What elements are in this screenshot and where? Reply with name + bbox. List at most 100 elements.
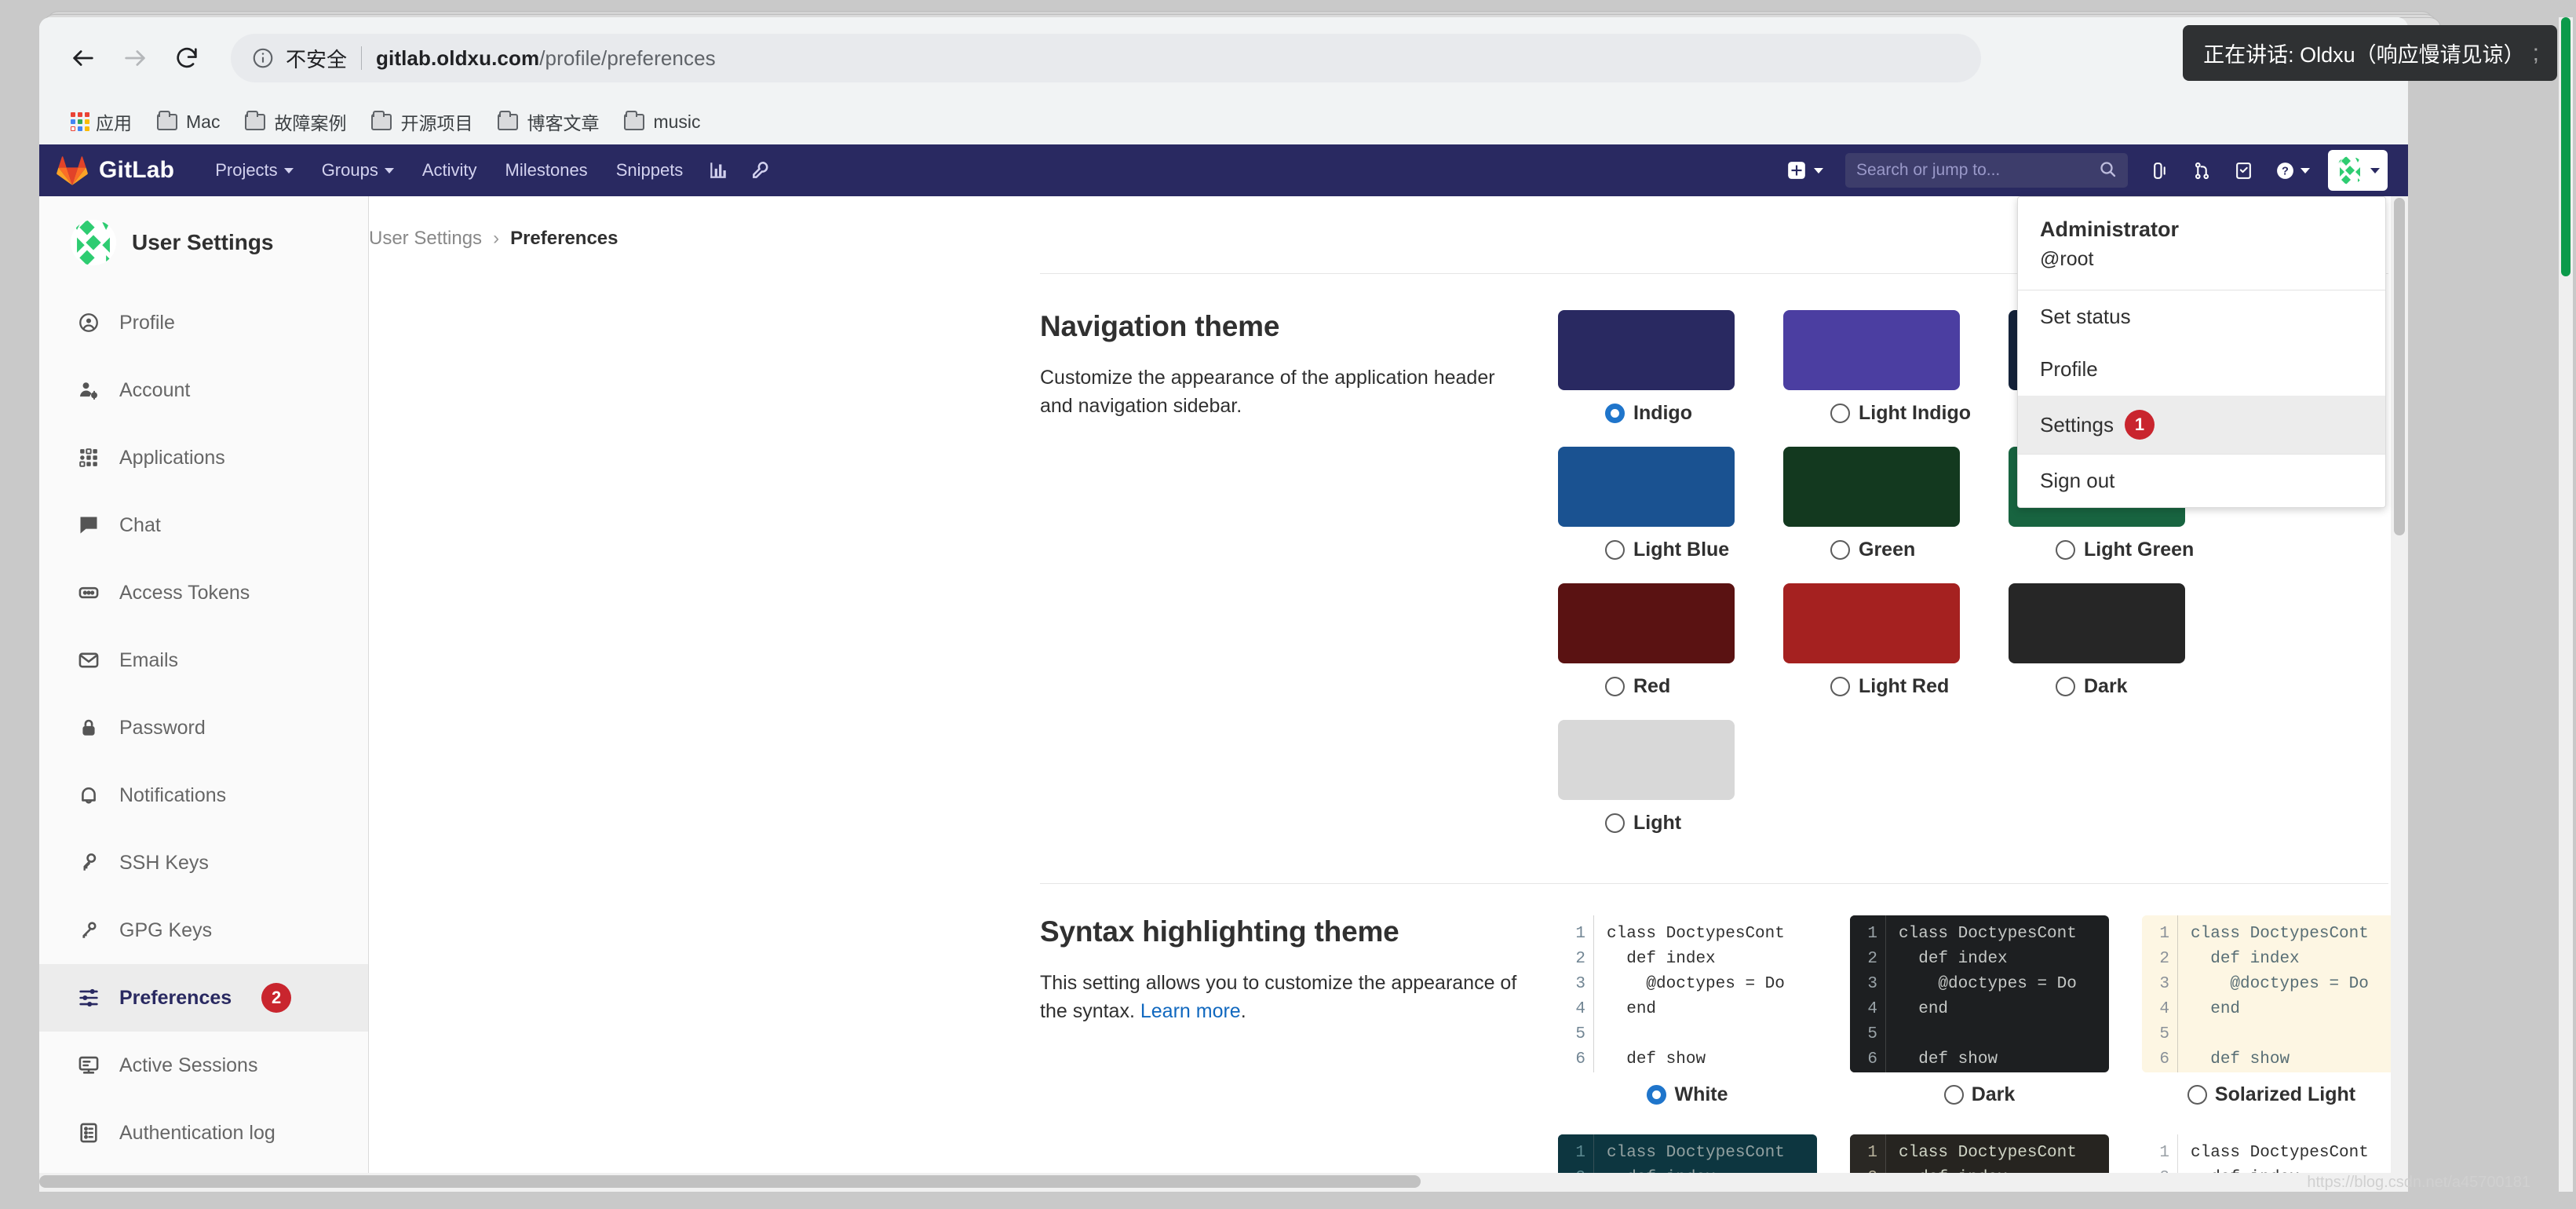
radio-button[interactable]: [2056, 677, 2075, 696]
sidebar-item-authentication-log[interactable]: Authentication log: [39, 1099, 368, 1167]
radio-button[interactable]: [1943, 1085, 1964, 1105]
page-scrollbar[interactable]: [2559, 17, 2573, 1192]
theme-label[interactable]: Light Indigo: [1783, 402, 2009, 425]
syntax-option-dark[interactable]: 123456 class DoctypesCont def index @doc…: [1850, 915, 2109, 1106]
syntax-option-white[interactable]: 123456 class DoctypesCont def index @doc…: [1558, 915, 1817, 1106]
search-icon[interactable]: [2098, 159, 2117, 182]
radio-button[interactable]: [1830, 677, 1850, 696]
reload-icon[interactable]: [165, 36, 209, 80]
theme-label[interactable]: Light Green: [2009, 539, 2234, 561]
radio-button[interactable]: [2187, 1085, 2207, 1105]
bookmark-blog[interactable]: 博客文章: [487, 104, 610, 140]
back-arrow-icon[interactable]: [61, 36, 105, 80]
radio-button[interactable]: [1605, 813, 1625, 833]
bookmark-fault-cases[interactable]: 故障案例: [234, 104, 357, 140]
theme-option-light-blue[interactable]: Light Blue: [1558, 447, 1783, 561]
theme-label[interactable]: Dark: [2009, 675, 2234, 698]
code-preview[interactable]: 123456 class DoctypesCont def index @doc…: [1558, 915, 1817, 1072]
radio-button[interactable]: [2056, 540, 2075, 560]
theme-name: Dark: [2084, 675, 2128, 697]
theme-option-green[interactable]: Green: [1783, 447, 2009, 561]
learn-more-link[interactable]: Learn more: [1140, 1000, 1241, 1022]
user-avatar-identicon: [71, 220, 116, 265]
sidebar-item-ssh-keys[interactable]: SSH Keys: [39, 829, 368, 897]
code-preview[interactable]: 123456 class DoctypesCont def index @doc…: [2142, 915, 2401, 1072]
sidebar-item-preferences[interactable]: Preferences 2: [39, 964, 368, 1032]
sidebar-item-profile[interactable]: Profile: [39, 289, 368, 356]
dropdown-item-set-status[interactable]: Set status: [2018, 290, 2385, 343]
sidebar-item-password[interactable]: Password: [39, 694, 368, 762]
bookmark-opensource[interactable]: 开源项目: [360, 104, 483, 140]
breadcrumb-parent[interactable]: User Settings: [369, 228, 482, 250]
nav-item-milestones[interactable]: Milestones: [491, 144, 602, 196]
theme-label[interactable]: Light Red: [1783, 675, 2009, 698]
radio-button[interactable]: [1830, 404, 1850, 423]
wrench-icon[interactable]: [739, 144, 782, 196]
theme-label[interactable]: Red: [1558, 675, 1783, 698]
radio-button[interactable]: [1605, 540, 1625, 560]
sidebar-item-emails[interactable]: Emails: [39, 626, 368, 694]
horizontal-scrollbar[interactable]: [39, 1173, 2408, 1192]
analytics-chart-icon[interactable]: [697, 144, 739, 196]
theme-option-light[interactable]: Light: [1558, 720, 1783, 835]
gitlab-logo-icon[interactable]: [57, 155, 88, 185]
dropdown-item-profile[interactable]: Profile: [2018, 343, 2385, 396]
theme-option-light-indigo[interactable]: Light Indigo: [1783, 310, 2009, 425]
theme-option-dark[interactable]: Dark: [2009, 583, 2234, 698]
theme-label[interactable]: Light: [1558, 812, 1783, 835]
issues-board-icon[interactable]: [2140, 144, 2180, 196]
theme-label[interactable]: Indigo: [1558, 402, 1783, 425]
sidebar-header[interactable]: User Settings: [39, 206, 368, 289]
merge-requests-icon[interactable]: [2182, 144, 2222, 196]
syntax-label[interactable]: White: [1558, 1083, 1817, 1106]
sidebar-item-gpg-keys[interactable]: GPG Keys: [39, 897, 368, 964]
nav-item-activity[interactable]: Activity: [408, 144, 491, 196]
radio-button[interactable]: [1605, 677, 1625, 696]
theme-option-indigo[interactable]: Indigo: [1558, 310, 1783, 425]
syntax-option-solarized-light[interactable]: 123456 class DoctypesCont def index @doc…: [2142, 915, 2401, 1106]
search-input[interactable]: [1856, 161, 2092, 180]
nav-item-label: Projects: [215, 160, 278, 180]
theme-option-light-red[interactable]: Light Red: [1783, 583, 2009, 698]
nav-item-projects[interactable]: Projects: [201, 144, 307, 196]
nav-item-snippets[interactable]: Snippets: [602, 144, 698, 196]
dropdown-item-sign-out[interactable]: Sign out: [2018, 455, 2385, 507]
theme-swatch[interactable]: [1558, 720, 1735, 800]
todos-icon[interactable]: [2224, 144, 2264, 196]
search-box[interactable]: [1845, 153, 2128, 188]
theme-swatch[interactable]: [1558, 310, 1735, 390]
sidebar-item-chat[interactable]: Chat: [39, 491, 368, 559]
theme-swatch[interactable]: [1558, 447, 1735, 527]
theme-label[interactable]: Green: [1783, 539, 2009, 561]
theme-swatch[interactable]: [1783, 447, 1960, 527]
bookmark-apps[interactable]: 应用: [60, 104, 143, 140]
address-bar[interactable]: 不安全 gitlab.oldxu.com/profile/preferences: [231, 34, 1981, 82]
plus-square-icon[interactable]: [1777, 160, 1833, 181]
theme-swatch[interactable]: [1783, 583, 1960, 663]
theme-swatch[interactable]: [1558, 583, 1735, 663]
theme-swatch[interactable]: [2009, 583, 2185, 663]
syntax-label[interactable]: Solarized Light: [2142, 1083, 2401, 1106]
theme-option-red[interactable]: Red: [1558, 583, 1783, 698]
theme-swatch[interactable]: [1783, 310, 1960, 390]
content-scrollbar[interactable]: [2391, 196, 2408, 1192]
radio-button[interactable]: [1830, 540, 1850, 560]
sidebar-item-applications[interactable]: Applications: [39, 424, 368, 491]
sidebar-item-notifications[interactable]: Notifications: [39, 762, 368, 829]
help-question-icon[interactable]: ?: [2265, 144, 2320, 196]
bookmark-music[interactable]: music: [613, 107, 711, 137]
radio-button[interactable]: [1647, 1085, 1667, 1105]
dropdown-item-settings[interactable]: Settings 1: [2018, 396, 2385, 454]
sidebar-item-access-tokens[interactable]: Access Tokens: [39, 559, 368, 626]
bookmark-mac[interactable]: Mac: [146, 107, 231, 137]
theme-label[interactable]: Light Blue: [1558, 539, 1783, 561]
forward-arrow-icon[interactable]: [113, 36, 157, 80]
syntax-label[interactable]: Dark: [1850, 1083, 2109, 1106]
sidebar-item-account[interactable]: Account: [39, 356, 368, 424]
sidebar-item-active-sessions[interactable]: Active Sessions: [39, 1032, 368, 1099]
nav-item-groups[interactable]: Groups: [308, 144, 408, 196]
site-info-icon[interactable]: [251, 46, 275, 70]
user-menu-button[interactable]: [2328, 150, 2388, 191]
radio-button[interactable]: [1605, 404, 1625, 423]
code-preview[interactable]: 123456 class DoctypesCont def index @doc…: [1850, 915, 2109, 1072]
